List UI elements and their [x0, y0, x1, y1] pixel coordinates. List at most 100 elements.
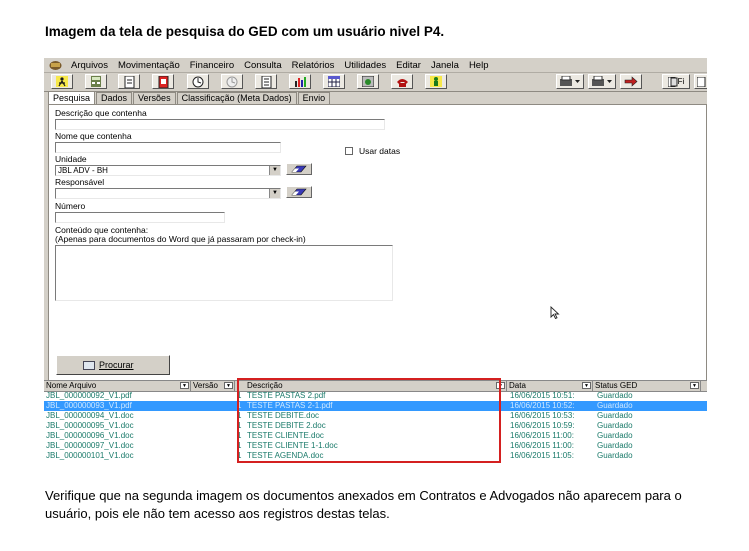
nome-input[interactable]: [55, 142, 281, 153]
results-grid: Nome Arquivo ▼ Versão ▼ Descrição ▼ Data ▼ S…: [44, 380, 707, 467]
chevron-down-icon[interactable]: ▼: [224, 382, 233, 389]
unidade-value: JBL ADV - BH: [58, 166, 108, 175]
cell-data: 16/06/2015 10:53:: [510, 411, 575, 420]
menu-movimentacao[interactable]: Movimentação: [113, 60, 185, 71]
menu-bar: Arquivos Movimentação Financeiro Consult…: [44, 58, 707, 73]
export-arrow-icon[interactable]: [620, 74, 642, 89]
cell-data: 16/06/2015 10:52:: [510, 401, 575, 410]
chevron-down-icon[interactable]: ▼: [180, 382, 189, 389]
cell-nome: JBL_000000094_V1.doc: [46, 411, 134, 420]
menu-utilidades[interactable]: Utilidades: [339, 60, 391, 71]
menu-consulta[interactable]: Consulta: [239, 60, 287, 71]
table-row[interactable]: JBL_000000095_V1.doc 1 TESTE DEBITE 2.doc 1…: [44, 421, 707, 431]
print-setup-icon[interactable]: [588, 74, 616, 89]
table-row[interactable]: JBL_000000101_V1.doc 1 TESTE AGENDA.doc 16/…: [44, 451, 707, 461]
tab-envio[interactable]: Envio: [297, 92, 331, 104]
cell-descricao: TESTE DEBITE 2.doc: [247, 421, 326, 430]
cell-data: 16/06/2015 11:00:: [510, 441, 574, 450]
menu-help[interactable]: Help: [464, 60, 494, 71]
toolbar: Fi: [44, 73, 707, 92]
exit-icon[interactable]: [51, 74, 73, 89]
cell-status: Guardado: [597, 451, 633, 460]
table-row[interactable]: JBL_000000092_V1.pdf 1 TESTE PASTAS 2.pdf 1…: [44, 391, 707, 401]
cell-data: 16/06/2015 10:59:: [510, 421, 575, 430]
cell-nome: JBL_000000096_V1.doc: [46, 431, 134, 440]
tab-dados[interactable]: Dados: [96, 92, 133, 104]
cell-nome: JBL_000000095_V1.doc: [46, 421, 134, 430]
procurar-button[interactable]: Procurar: [56, 355, 170, 375]
fi-label: Fi: [677, 77, 685, 86]
unidade-label: Unidade: [55, 154, 87, 164]
menu-arquivos[interactable]: Arquivos: [66, 60, 113, 71]
mouse-cursor-icon: [550, 305, 560, 321]
chevron-down-icon[interactable]: ▼: [582, 382, 591, 389]
clock-icon[interactable]: [187, 74, 209, 89]
cell-versao: 1: [237, 421, 242, 430]
phone-icon[interactable]: [391, 74, 413, 89]
bar-chart-icon[interactable]: [289, 74, 311, 89]
cell-versao: 1: [237, 401, 242, 410]
conteudo-textarea[interactable]: [55, 245, 393, 301]
menu-janela[interactable]: Janela: [426, 60, 464, 71]
cell-status: Guardado: [597, 421, 633, 430]
document-copy-icon[interactable]: [694, 74, 707, 89]
chevron-down-icon[interactable]: ▼: [269, 166, 280, 175]
cell-versao: 1: [237, 451, 242, 460]
eraser-icon[interactable]: [286, 186, 312, 198]
chevron-down-icon[interactable]: ▼: [496, 382, 505, 389]
gray-clock-icon[interactable]: [221, 74, 243, 89]
nome-label: Nome que contenha: [55, 131, 132, 141]
conteudo-hint: (Apenas para documentos do Word que já p…: [55, 234, 306, 244]
cell-descricao: TESTE AGENDA.doc: [247, 451, 324, 460]
cell-nome: JBL_000000092_V1.pdf: [46, 391, 132, 400]
table-row[interactable]: JBL_000000096_V1.doc 1 TESTE CLIENTE.doc 16…: [44, 431, 707, 441]
fi-button[interactable]: Fi: [662, 74, 690, 89]
red-document-icon[interactable]: [152, 74, 174, 89]
table-row[interactable]: JBL_000000094_V1.doc 1 TESTE DEBITE.doc 16/…: [44, 411, 707, 421]
usar-datas-checkbox[interactable]: [345, 147, 353, 155]
responsavel-select[interactable]: ▼: [55, 188, 281, 199]
column-header-nome[interactable]: Nome Arquivo ▼: [44, 381, 191, 391]
cell-status: Guardado: [597, 441, 633, 450]
eraser-icon[interactable]: [286, 163, 312, 175]
column-header-status[interactable]: Status GED ▼: [593, 381, 701, 391]
settings-screen-icon[interactable]: [357, 74, 379, 89]
menu-financeiro[interactable]: Financeiro: [185, 60, 239, 71]
calculator-icon[interactable]: [85, 74, 107, 89]
column-header-descricao[interactable]: Descrição ▼: [245, 381, 507, 391]
print-icon[interactable]: [556, 74, 584, 89]
table-row[interactable]: JBL_000000097_V1.doc 1 TESTE CLIENTE 1-1.d…: [44, 441, 707, 451]
cell-descricao: TESTE PASTAS 2-1.pdf: [247, 401, 333, 410]
tab-classificacao[interactable]: Classificação (Meta Dados): [176, 92, 297, 104]
cell-status: Guardado: [597, 411, 633, 420]
document-icon[interactable]: [118, 74, 140, 89]
cell-nome: JBL_000000097_V1.doc: [46, 441, 134, 450]
procurar-label: Procurar: [99, 360, 134, 370]
descricao-input[interactable]: [55, 119, 385, 130]
menu-editar[interactable]: Editar: [391, 60, 426, 71]
cell-nome: JBL_000000093_V1.pdf: [46, 401, 132, 410]
cell-versao: 1: [237, 431, 242, 440]
cell-data: 16/06/2015 10:51:: [510, 391, 575, 400]
tab-versoes[interactable]: Versões: [133, 92, 176, 104]
calendar-icon[interactable]: [323, 74, 345, 89]
chevron-down-icon[interactable]: ▼: [690, 382, 699, 389]
responsavel-label: Responsável: [55, 177, 105, 187]
person-icon[interactable]: [425, 74, 447, 89]
cell-descricao: TESTE CLIENTE 1-1.doc: [247, 441, 338, 450]
unidade-select[interactable]: JBL ADV - BH ▼: [55, 165, 281, 176]
cell-descricao: TESTE PASTAS 2.pdf: [247, 391, 326, 400]
column-header-data[interactable]: Data ▼: [507, 381, 593, 391]
chevron-down-icon[interactable]: ▼: [269, 189, 280, 198]
column-header-versao[interactable]: Versão ▼: [191, 381, 235, 391]
cell-data: 16/06/2015 11:05:: [510, 451, 574, 460]
cell-status: Guardado: [597, 401, 633, 410]
document-list-icon[interactable]: [255, 74, 277, 89]
table-row[interactable]: JBL_000000093_V1.pdf 1 TESTE PASTAS 2-1.pd…: [44, 401, 707, 411]
numero-input[interactable]: [55, 212, 225, 223]
document-note: Verifique que na segunda imagem os docum…: [45, 488, 682, 521]
numero-label: Número: [55, 201, 86, 211]
cell-versao: 1: [237, 441, 242, 450]
tab-pesquisa[interactable]: Pesquisa: [48, 91, 96, 104]
menu-relatorios[interactable]: Relatórios: [287, 60, 340, 71]
